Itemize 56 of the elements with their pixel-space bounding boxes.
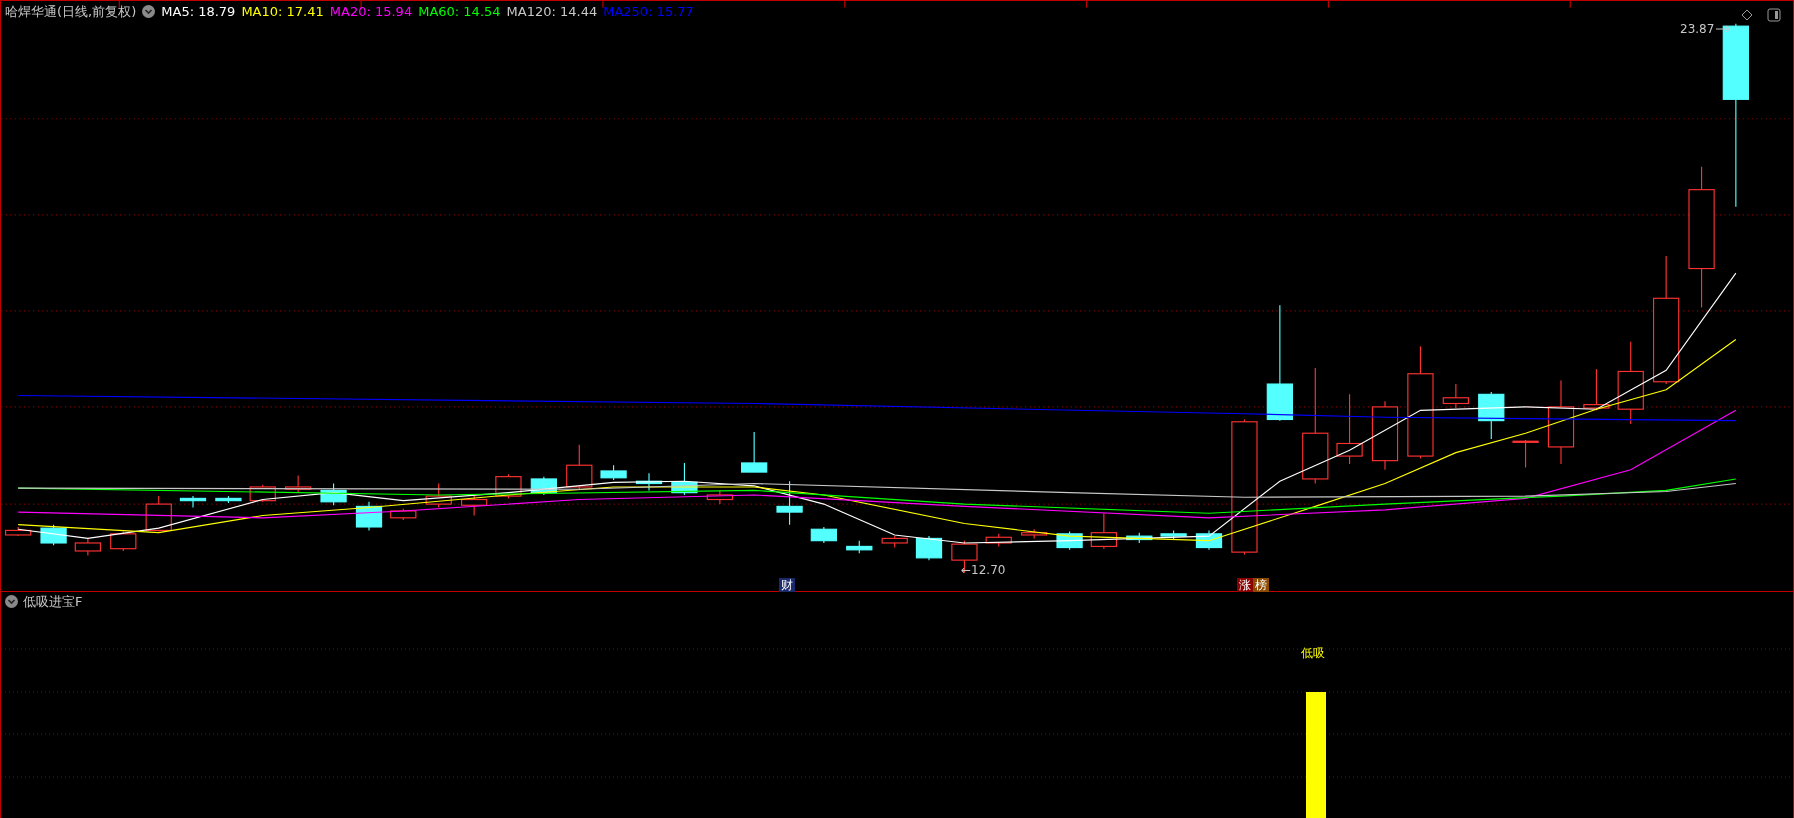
candlestick — [1478, 391, 1505, 440]
candlestick — [1442, 383, 1469, 409]
candlestick — [1583, 368, 1610, 411]
high-price-label: 23.87 — [1680, 23, 1715, 35]
candlestick — [1512, 439, 1539, 469]
candlestick — [776, 480, 803, 526]
moving-average-legend: MA60: 14.54 — [418, 5, 501, 18]
candlestick — [5, 526, 32, 537]
diamond-icon[interactable] — [1741, 9, 1753, 21]
event-tag: 涨 — [1237, 578, 1253, 592]
candlestick — [635, 472, 663, 491]
indicator-title: 低吸进宝F — [23, 595, 83, 608]
chevron-down-icon[interactable] — [142, 5, 156, 18]
moving-average-legend: MA250: 15.77 — [603, 5, 694, 18]
chevron-down-icon[interactable] — [5, 595, 18, 608]
candlestick — [600, 464, 627, 481]
candlestick — [1195, 529, 1223, 551]
candlestick — [40, 524, 67, 546]
candlestick — [1371, 400, 1399, 471]
candlestick — [671, 462, 698, 496]
candlestick — [915, 535, 943, 561]
candlestick — [179, 495, 207, 509]
signal-label: 低吸 — [1301, 647, 1325, 659]
moving-average-legend: MA10: 17.41 — [241, 5, 324, 18]
candlestick — [74, 537, 101, 557]
candlestick — [320, 482, 347, 506]
candlestick — [1056, 530, 1083, 551]
moving-average-legend: MA5: 18.79 — [161, 5, 236, 18]
event-tag: 榜 — [1253, 578, 1269, 592]
candlestick — [110, 530, 137, 552]
candlestick — [1160, 529, 1187, 541]
candlestick — [1336, 393, 1363, 465]
candlestick — [145, 495, 172, 533]
candlestick — [425, 482, 452, 509]
candlestick — [1021, 528, 1048, 539]
candlestick — [846, 540, 873, 554]
arrow-icon — [1716, 25, 1733, 33]
moving-average-legend: MA120: 14.44 — [506, 5, 598, 18]
candlestick — [285, 474, 312, 494]
event-tag: 财 — [779, 578, 795, 592]
candlestick — [355, 501, 383, 531]
chart-title: 哈焊华通(日线,前复权) — [5, 5, 137, 18]
panel-toggle-icon[interactable] — [1767, 8, 1781, 22]
candlestick — [566, 444, 593, 490]
low-price-label: ←12.70 — [961, 564, 1006, 576]
candlestick — [881, 535, 908, 549]
candlestick — [390, 508, 417, 521]
candlestick — [810, 526, 837, 544]
moving-average-legend: MA20: 15.94 — [329, 5, 413, 18]
candlestick — [1126, 532, 1153, 544]
candlestick — [706, 489, 733, 505]
candlestick — [741, 431, 768, 473]
candlestick — [215, 495, 242, 504]
candlestick — [1090, 512, 1117, 550]
candlestick — [461, 494, 488, 517]
candlestick — [985, 533, 1012, 547]
